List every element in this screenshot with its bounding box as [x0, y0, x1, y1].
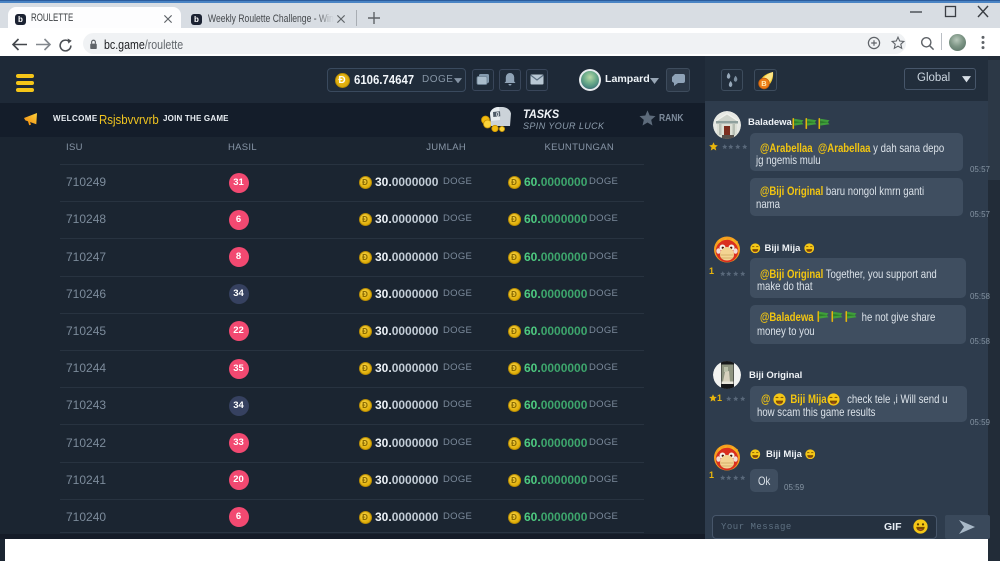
svg-text:B: B [761, 79, 767, 88]
